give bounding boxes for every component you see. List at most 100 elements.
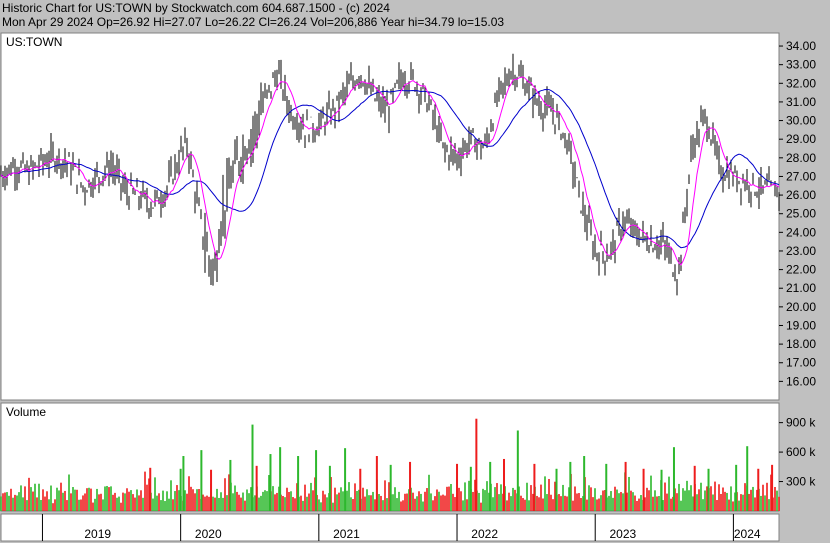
volume-bar	[428, 474, 430, 511]
volume-bar	[142, 497, 144, 511]
price-tick-label: 31.00	[786, 95, 816, 109]
volume-bar	[104, 486, 106, 511]
volume-bar	[258, 497, 260, 511]
volume-bar	[368, 495, 370, 511]
volume-bar	[738, 500, 740, 511]
volume-bar	[106, 485, 108, 511]
volume-bar	[492, 497, 494, 511]
volume-spike-bar	[328, 465, 331, 511]
volume-bar	[500, 484, 502, 511]
volume-spike-bar	[707, 468, 710, 511]
volume-bar	[58, 490, 60, 511]
volume-spike-bar	[389, 464, 392, 511]
volume-spike-bar	[516, 430, 519, 511]
year-label: 2020	[195, 527, 222, 541]
volume-bar	[748, 493, 750, 511]
volume-bar	[652, 496, 654, 511]
volume-bar	[14, 494, 16, 511]
price-tick-label: 27.00	[786, 169, 816, 183]
volume-bar	[720, 493, 722, 511]
volume-bar	[448, 486, 450, 511]
volume-bar	[494, 487, 496, 511]
volume-bar	[122, 492, 124, 511]
volume-bar	[300, 495, 302, 511]
volume-bar	[136, 489, 138, 511]
volume-bar	[458, 487, 460, 511]
volume-bar	[596, 499, 598, 511]
volume-bar	[8, 495, 10, 511]
volume-bar	[124, 493, 126, 511]
volume-bar	[396, 498, 398, 511]
volume-bar	[420, 493, 422, 511]
volume-bar	[724, 491, 726, 511]
volume-bar	[664, 482, 666, 511]
volume-bar	[450, 484, 452, 511]
volume-bar	[84, 493, 86, 511]
volume-bar	[30, 487, 32, 511]
price-tick-label: 26.00	[786, 188, 816, 202]
volume-bar	[286, 487, 288, 511]
volume-bar	[592, 497, 594, 511]
volume-bar	[34, 483, 36, 511]
volume-bar	[444, 495, 446, 511]
volume-bar	[454, 497, 456, 511]
volume-bar	[72, 487, 74, 511]
year-label: 2019	[84, 527, 111, 541]
volume-bar	[88, 487, 90, 511]
volume-bar	[52, 503, 54, 511]
volume-bar	[340, 487, 342, 511]
volume-bar	[70, 493, 72, 511]
volume-bar	[692, 496, 694, 511]
volume-bar	[562, 484, 564, 511]
volume-spike-bar	[409, 461, 412, 511]
volume-bar	[196, 489, 198, 511]
volume-bar	[158, 493, 160, 511]
volume-bar	[238, 494, 240, 511]
volume-bar	[134, 497, 136, 511]
volume-bar	[712, 494, 714, 511]
volume-bar	[482, 488, 484, 511]
volume-bar	[548, 478, 550, 511]
volume-bar	[610, 491, 612, 511]
volume-spike-bar	[503, 458, 506, 511]
volume-spike-bar	[642, 468, 645, 511]
volume-bar	[94, 498, 96, 511]
volume-spike-bar	[693, 465, 696, 511]
volume-bar	[754, 497, 756, 511]
volume-bar	[678, 483, 680, 511]
year-label: 2024	[734, 527, 761, 541]
volume-bar	[442, 494, 444, 511]
volume-bar	[202, 494, 204, 511]
price-tick-label: 28.00	[786, 151, 816, 165]
volume-bar	[480, 502, 482, 511]
volume-bar	[16, 495, 18, 511]
volume-bar	[382, 500, 384, 511]
volume-bar	[728, 499, 730, 511]
volume-bar	[378, 494, 380, 511]
volume-bar	[446, 486, 448, 511]
volume-bar	[112, 494, 114, 511]
volume-spike-bar	[489, 461, 492, 511]
volume-bar	[192, 489, 194, 511]
volume-bar	[616, 489, 618, 511]
volume-bar	[96, 488, 98, 511]
volume-bar	[752, 486, 754, 511]
volume-bar	[426, 488, 428, 511]
volume-bar	[744, 483, 746, 511]
volume-spike-bar	[771, 464, 774, 511]
volume-bar	[46, 491, 48, 511]
volume-bar	[742, 494, 744, 511]
volume-bar	[76, 489, 78, 511]
price-tick-label: 18.00	[786, 337, 816, 351]
volume-bar	[668, 476, 670, 511]
volume-bar	[114, 492, 116, 511]
volume-bar	[698, 489, 700, 511]
volume-bar	[658, 496, 660, 511]
volume-bar	[726, 492, 728, 511]
volume-bar	[274, 494, 276, 511]
volume-bar	[216, 488, 218, 511]
volume-bar	[528, 500, 530, 511]
volume-bar	[322, 490, 324, 511]
volume-bar	[730, 486, 732, 511]
volume-bar	[50, 485, 52, 511]
